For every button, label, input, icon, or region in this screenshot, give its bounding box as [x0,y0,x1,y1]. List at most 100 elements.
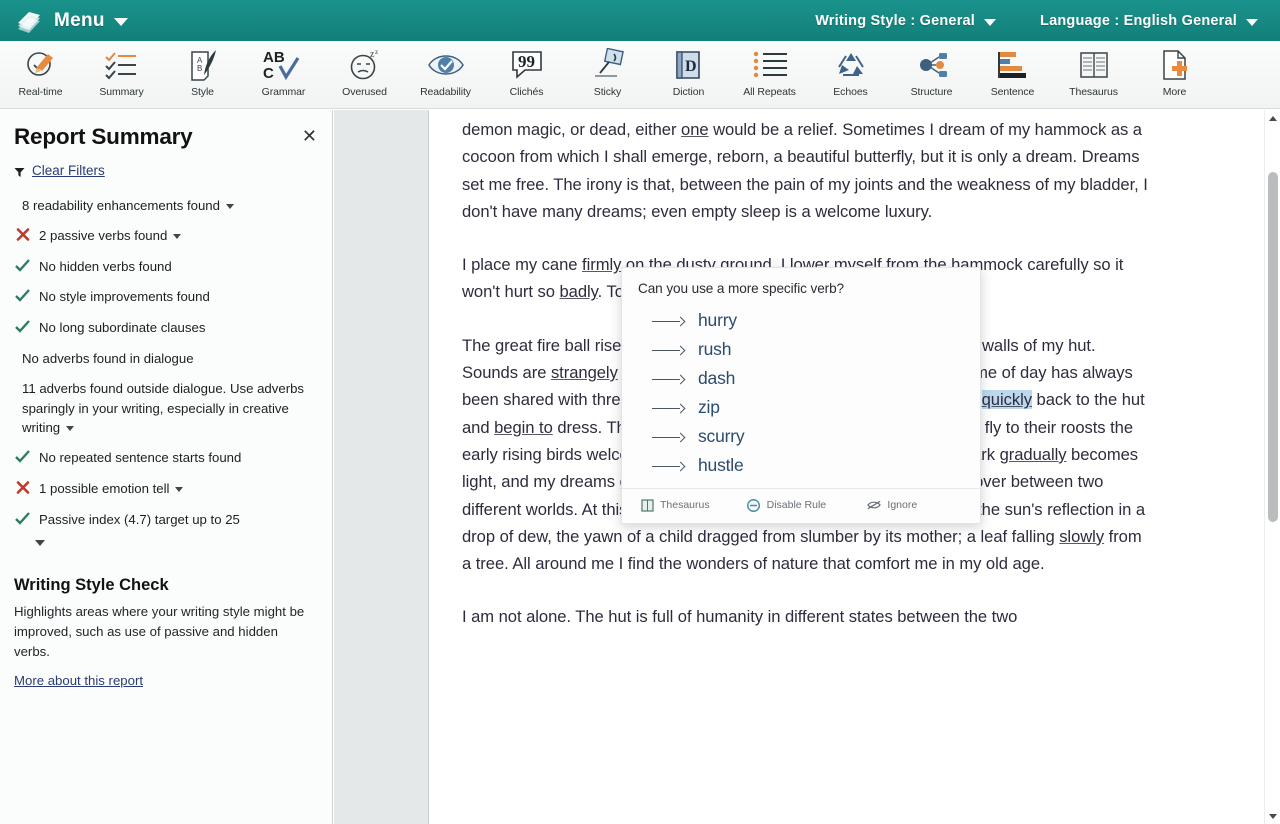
vertical-scroll-thumb[interactable] [1268,172,1278,522]
report-finding-row[interactable]: No hidden verbs found [14,252,317,283]
popup-action-thesaurus[interactable]: Thesaurus [634,496,741,514]
toolbar-button-label: Grammar [261,86,306,98]
toolbar-button-label: Readability [420,86,471,98]
report-finding-row[interactable]: No repeated sentence starts found [14,443,317,474]
toolbar-button-label: Sentence [990,86,1035,98]
svg-text:AB: AB [263,49,285,66]
toolbar-button-sentence[interactable]: Sentence [972,41,1053,109]
toolbar-button-echoes[interactable]: Echoes [810,41,891,109]
report-finding-row[interactable]: No style improvements found [14,282,317,313]
toolbar-button-all-repeats[interactable]: All Repeats [729,41,810,109]
more-about-report-link[interactable]: More about this report [14,673,143,688]
popup-footer-actions: Thesaurus Disable Rule Ignore [622,488,980,523]
chevron-down-icon[interactable] [175,486,184,492]
suggestion-item[interactable]: scurry [622,422,980,451]
suggestion-list: hurry rush dash zip scurry hustle [622,306,980,488]
toolbar-button-style[interactable]: A B Style [162,41,243,109]
flagged-word[interactable]: gradually [1000,445,1067,464]
toolbar-button-structure[interactable]: Structure [891,41,972,109]
close-icon[interactable]: ✕ [302,127,317,145]
toolbar-button-grammar[interactable]: AB C Grammar [243,41,324,109]
scroll-down-arrow-icon[interactable] [1265,808,1280,824]
suggestion-word: rush [698,339,732,359]
report-finding-text: 1 possible emotion tell [39,480,170,496]
scroll-up-arrow-icon[interactable] [1265,110,1280,126]
overused-face-icon: zz [343,46,387,84]
report-finding-row[interactable]: 11 adverbs found outside dialogue. Use a… [14,374,317,443]
chevron-down-icon[interactable] [35,539,45,546]
toolbar-button-label: Thesaurus [1069,86,1118,98]
chevron-down-icon [984,18,997,26]
ignore-eye-slash-icon [867,498,882,512]
echoes-recycle-icon [829,46,873,84]
flagged-word[interactable]: strangely [551,363,618,382]
toolbar-button-more[interactable]: More [1134,41,1215,109]
chevron-down-icon[interactable] [173,233,182,239]
flagged-word[interactable]: firmly [582,255,621,274]
report-finding-label: 8 readability enhancements found [22,196,317,216]
sticky-glue-icon [586,46,630,84]
more-page-plus-icon [1153,46,1197,84]
report-finding-text: Passive index (4.7) target up to 25 [39,511,240,527]
toolbar-button-readability[interactable]: Readability [405,41,486,109]
report-finding-row[interactable]: Passive index (4.7) target up to 25 [14,505,317,536]
report-summary-panel: Report Summary ✕ Clear Filters 8 readabi… [0,110,333,824]
toolbar-button-clich-s[interactable]: 99 Clichés [486,41,567,109]
report-finding-row[interactable]: 2 passive verbs found [14,221,317,252]
suggestion-item[interactable]: hustle [622,451,980,480]
flagged-word[interactable]: begin to [494,418,553,437]
report-finding-row[interactable]: No long subordinate clauses [14,313,317,344]
toolbar-button-diction[interactable]: D Diction [648,41,729,109]
toolbar-button-label: Diction [672,86,705,98]
popup-action-ignore[interactable]: Ignore [861,496,968,514]
toolbar-button-label: All Repeats [743,86,796,98]
document-text-run: I am not alone. The hut is full of human… [462,607,1018,627]
document-paragraph: I am not alone. The hut is full of human… [462,603,1150,630]
panel-title: Report Summary [14,124,193,149]
toolbar-button-sticky[interactable]: Sticky [567,41,648,109]
language-label: Language : English General [1040,12,1237,29]
flagged-word[interactable]: one [681,120,709,139]
popup-action-disable-rule[interactable]: Disable Rule [741,496,862,514]
flagged-word[interactable]: badly [559,282,597,301]
report-finding-row[interactable]: 1 possible emotion tell [14,474,317,505]
svg-text:B: B [197,64,202,73]
suggestion-item[interactable]: hurry [622,306,980,335]
toolbar-button-label: Real-time [18,86,63,98]
chevron-down-icon[interactable] [66,426,75,432]
toolbar-button-thesaurus[interactable]: Thesaurus [1053,41,1134,109]
popup-action-label: Thesaurus [660,499,710,511]
suggestion-item[interactable]: rush [622,335,980,364]
summary-checklist-icon [100,46,144,84]
cliches-quote-bubble-icon: 99 [505,46,549,84]
chevron-down-icon[interactable] [225,204,234,210]
flagged-word[interactable]: slowly [1059,527,1104,546]
report-finding-text: 8 readability enhancements found [22,198,220,213]
writing-style-selector[interactable]: Writing Style : General [793,13,1018,29]
report-finding-row[interactable]: 8 readability enhancements found [14,191,317,221]
report-finding-row[interactable]: No adverbs found in dialogue [14,344,317,374]
suggestion-word: zip [698,397,720,417]
toolbar-button-overused[interactable]: z z Overused [324,41,405,109]
thesaurus-book-icon [640,498,654,512]
prowritingaid-logo-icon[interactable] [14,8,44,34]
suggestion-item[interactable]: dash [622,364,980,393]
clear-filters-button[interactable]: Clear Filters [14,163,317,178]
menu-label: Menu [54,9,105,31]
popup-action-label: Ignore [887,499,918,511]
menu-button[interactable]: Menu [54,10,128,32]
toolbar-button-summary[interactable]: Summary [81,41,162,109]
toolbar-button-real-time[interactable]: Real-time [0,41,81,109]
check-icon [14,318,31,339]
cross-icon [14,226,31,247]
disable-rule-icon [747,498,761,512]
suggestion-item[interactable]: zip [622,393,980,422]
toolbar-button-label: More [1162,86,1187,98]
report-finding-label: Passive index (4.7) target up to 25 [39,510,317,530]
top-header-bar: Menu Writing Style : General Language : … [0,0,1280,41]
language-selector[interactable]: Language : English General [1018,13,1280,29]
vertical-scrollbar[interactable] [1264,110,1280,824]
svg-text:C: C [263,65,274,82]
selected-flagged-word[interactable]: quickly [981,390,1032,410]
svg-text:D: D [685,58,697,75]
